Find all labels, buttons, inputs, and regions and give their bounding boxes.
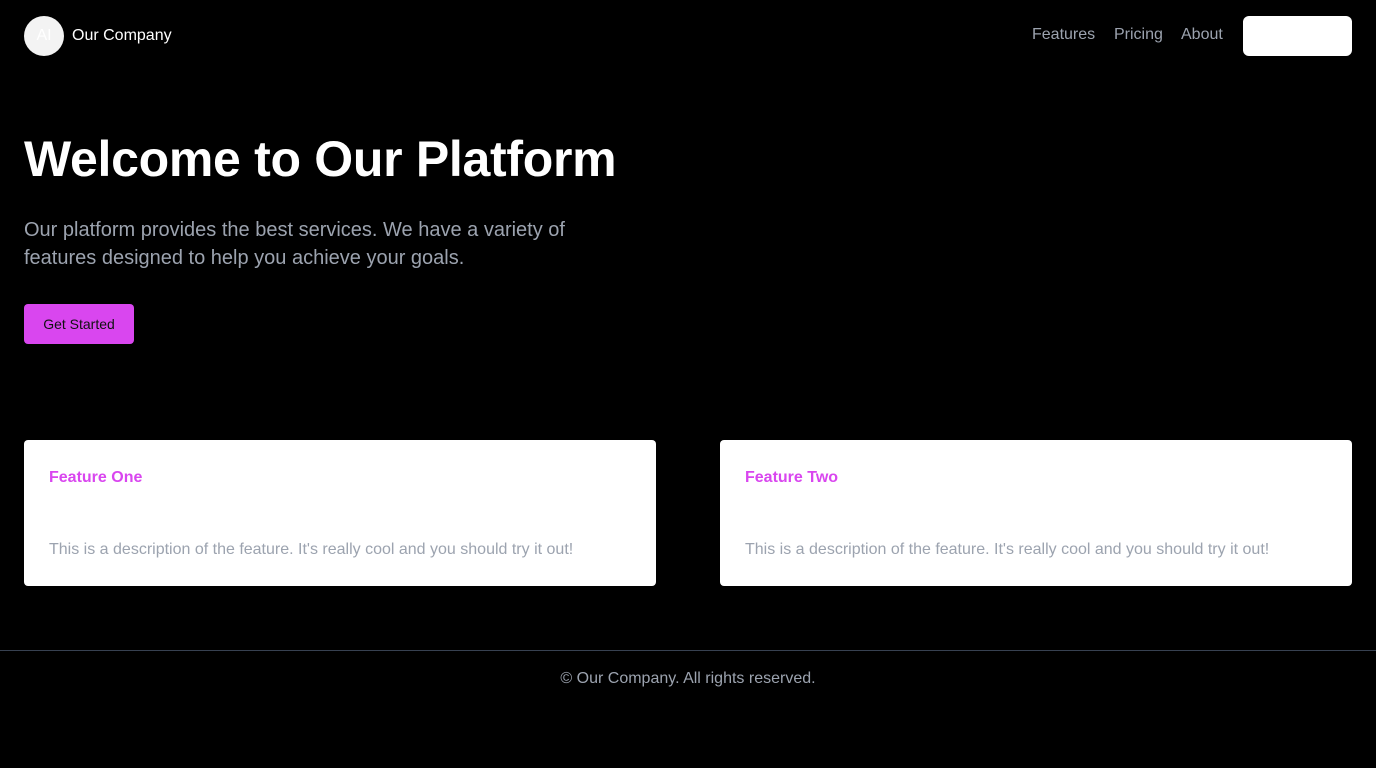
nav-link-features[interactable]: Features bbox=[1032, 25, 1095, 45]
logo-avatar[interactable]: AI bbox=[24, 16, 64, 56]
feature-card-description: This is a description of the feature. It… bbox=[49, 541, 574, 558]
header-action-button[interactable] bbox=[1243, 16, 1352, 56]
footer-divider bbox=[0, 650, 1376, 651]
get-started-button[interactable]: Get Started bbox=[24, 304, 134, 344]
feature-card: Feature One This is a description of the… bbox=[24, 440, 656, 586]
feature-card: Feature Two This is a description of the… bbox=[720, 440, 1352, 586]
hero-subtitle: Our platform provides the best services.… bbox=[24, 219, 565, 269]
site-header: AI Our Company Features Pricing About bbox=[0, 0, 1376, 72]
feature-card-title: Feature One bbox=[49, 469, 143, 486]
logo-text: AI bbox=[36, 27, 52, 44]
hero-title: Welcome to Our Platform bbox=[24, 131, 617, 187]
feature-card-title: Feature Two bbox=[745, 469, 839, 486]
copyright-text: © Our Company. All rights reserved. bbox=[560, 670, 816, 687]
brand-name[interactable]: Our Company bbox=[72, 26, 172, 46]
nav-link-about[interactable]: About bbox=[1181, 25, 1223, 45]
nav-link-pricing[interactable]: Pricing bbox=[1114, 25, 1163, 45]
feature-card-description: This is a description of the feature. It… bbox=[745, 541, 1270, 558]
